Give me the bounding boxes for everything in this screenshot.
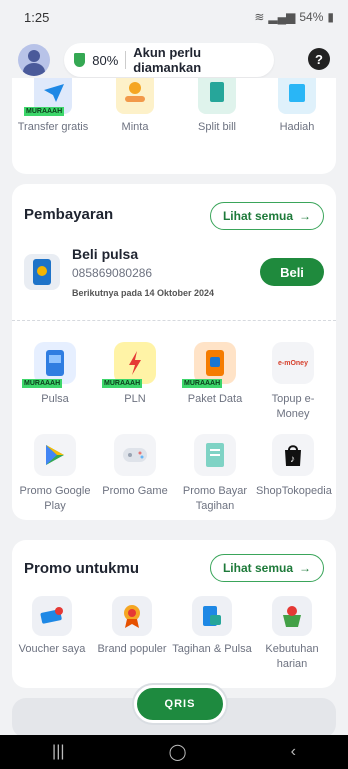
system-nav-bar: ||| ◯ ‹ <box>0 735 348 769</box>
payment-item-label: Pulsa <box>41 393 69 405</box>
feature-transfer[interactable]: MURAAAH Transfer gratis <box>14 78 92 135</box>
pulsa-icon: MURAAAH <box>22 342 76 388</box>
promo-item-voucher[interactable]: Voucher saya <box>12 596 92 657</box>
back-icon[interactable]: ‹ <box>291 743 296 761</box>
gamepad-icon <box>114 434 156 476</box>
tiktok-shop-icon: ♪ <box>272 434 314 476</box>
status-time: 1:25 <box>24 9 50 25</box>
qris-button[interactable]: QRIS <box>134 685 226 723</box>
feature-split-bill[interactable]: Split bill <box>178 78 256 135</box>
recents-icon[interactable]: ||| <box>52 743 64 761</box>
promo-tag: MURAAAH <box>24 107 65 116</box>
bill-pulsa-icon <box>192 596 232 636</box>
promo-tag: MURAAAH <box>102 379 143 388</box>
security-message: Akun perlu diamankan <box>133 45 202 75</box>
payment-item-pln[interactable]: MURAAAH PLN <box>98 342 172 407</box>
buy-button[interactable]: Beli <box>260 258 324 286</box>
status-bar: 1:25 ≋ ▂▄▆ 54% ▮ <box>0 0 348 34</box>
promo-item-label: Kebutuhan harian <box>265 643 319 670</box>
voucher-icon <box>32 596 72 636</box>
help-icon[interactable]: ? <box>308 48 330 70</box>
data-package-icon: MURAAAH <box>182 342 236 388</box>
google-play-icon <box>34 434 76 476</box>
promo-item-brand[interactable]: Brand populer <box>92 596 172 657</box>
see-all-payment-button[interactable]: Lihat semua → <box>209 202 324 230</box>
battery-percent: 54% <box>299 10 324 24</box>
promo-tag: MURAAAH <box>22 379 63 388</box>
payment-item-google-play[interactable]: Promo Google Play <box>18 434 92 514</box>
payment-item-label: Promo Google Play <box>19 485 91 512</box>
gift-icon <box>278 78 316 114</box>
payment-item-label: Promo Game <box>102 485 168 497</box>
divider <box>12 320 336 321</box>
section-title: Promo untukmu <box>24 560 139 577</box>
section-title: Pembayaran <box>24 206 114 223</box>
promo-item-daily[interactable]: Kebutuhan harian <box>252 596 332 672</box>
brand-icon <box>112 596 152 636</box>
arrow-right-icon: → <box>299 209 311 223</box>
security-pill[interactable]: 80% Akun perlu diamankan <box>64 43 274 77</box>
divider <box>125 51 127 69</box>
payment-item-data[interactable]: MURAAAH Paket Data <box>178 342 252 407</box>
payment-item-emoney[interactable]: e-mOney Topup e-Money <box>256 342 330 422</box>
arrow-right-icon: → <box>299 561 311 575</box>
payment-item-label: Topup e-Money <box>271 393 315 420</box>
daily-needs-icon <box>272 596 312 636</box>
payment-item-pulsa[interactable]: MURAAAH Pulsa <box>18 342 92 407</box>
promo-tag: MURAAAH <box>182 379 223 388</box>
promo-item-label: Voucher saya <box>18 643 86 655</box>
split-bill-icon <box>198 78 236 114</box>
see-all-promo-button[interactable]: Lihat semua → <box>209 554 324 582</box>
shield-icon <box>74 53 86 67</box>
feature-label: Minta <box>121 121 149 133</box>
feature-label: Transfer gratis <box>17 121 89 133</box>
security-percent: 80% <box>92 52 119 68</box>
payment-item-tiktok-shop[interactable]: ♪ ShopTokopedia <box>256 434 332 499</box>
home-icon[interactable]: ◯ <box>169 742 187 762</box>
pulsa-phone-icon <box>24 254 60 290</box>
battery-icon: ▮ <box>327 10 334 24</box>
feature-label: Split bill <box>198 121 236 133</box>
emoney-logo: e-mOney <box>278 359 308 367</box>
promo-item-label: Tagihan & Pulsa <box>172 643 252 655</box>
feature-label: Hadiah <box>279 121 315 133</box>
request-icon <box>116 78 154 114</box>
promo-item-label: Brand populer <box>97 643 167 655</box>
payment-item-game[interactable]: Promo Game <box>98 434 172 499</box>
see-all-label: Lihat semua <box>222 561 293 575</box>
feature-hadiah[interactable]: Hadiah <box>258 78 336 135</box>
see-all-label: Lihat semua <box>222 209 293 223</box>
qris-label: QRIS <box>164 698 196 710</box>
svg-text:♪: ♪ <box>290 454 295 465</box>
wifi-icon: ≋ <box>254 10 265 24</box>
transfer-icon: MURAAAH <box>24 78 72 116</box>
payment-card: Pembayaran Lihat semua → Beli pulsa 0858… <box>12 184 336 520</box>
pln-icon: MURAAAH <box>102 342 156 388</box>
payment-item-label: ShopTokopedia <box>256 485 332 497</box>
feature-minta[interactable]: Minta <box>96 78 174 135</box>
pulsa-next-date: Berikutnya pada 14 Oktober 2024 <box>72 288 215 298</box>
pulsa-title: Beli pulsa <box>72 246 139 262</box>
payment-item-label: Paket Data <box>187 393 243 405</box>
payment-item-label: PLN <box>124 393 146 405</box>
top-bar: 80% Akun perlu diamankan ? <box>0 38 348 82</box>
promo-item-bill-pulsa[interactable]: Tagihan & Pulsa <box>172 596 252 657</box>
pulsa-number: 085869080286 <box>72 266 153 280</box>
avatar[interactable] <box>18 44 50 76</box>
quick-actions-card: MURAAAH Transfer gratis Minta Split bill… <box>12 78 336 174</box>
emoney-icon: e-mOney <box>272 342 314 384</box>
signal-icon: ▂▄▆ <box>268 10 296 24</box>
bill-icon <box>194 434 236 476</box>
status-icons: ≋ ▂▄▆ 54% ▮ <box>254 10 334 24</box>
payment-item-bill[interactable]: Promo Bayar Tagihan <box>178 434 252 514</box>
payment-item-label: Promo Bayar Tagihan <box>182 485 248 512</box>
promo-card: Promo untukmu Lihat semua → Voucher saya… <box>12 540 336 688</box>
